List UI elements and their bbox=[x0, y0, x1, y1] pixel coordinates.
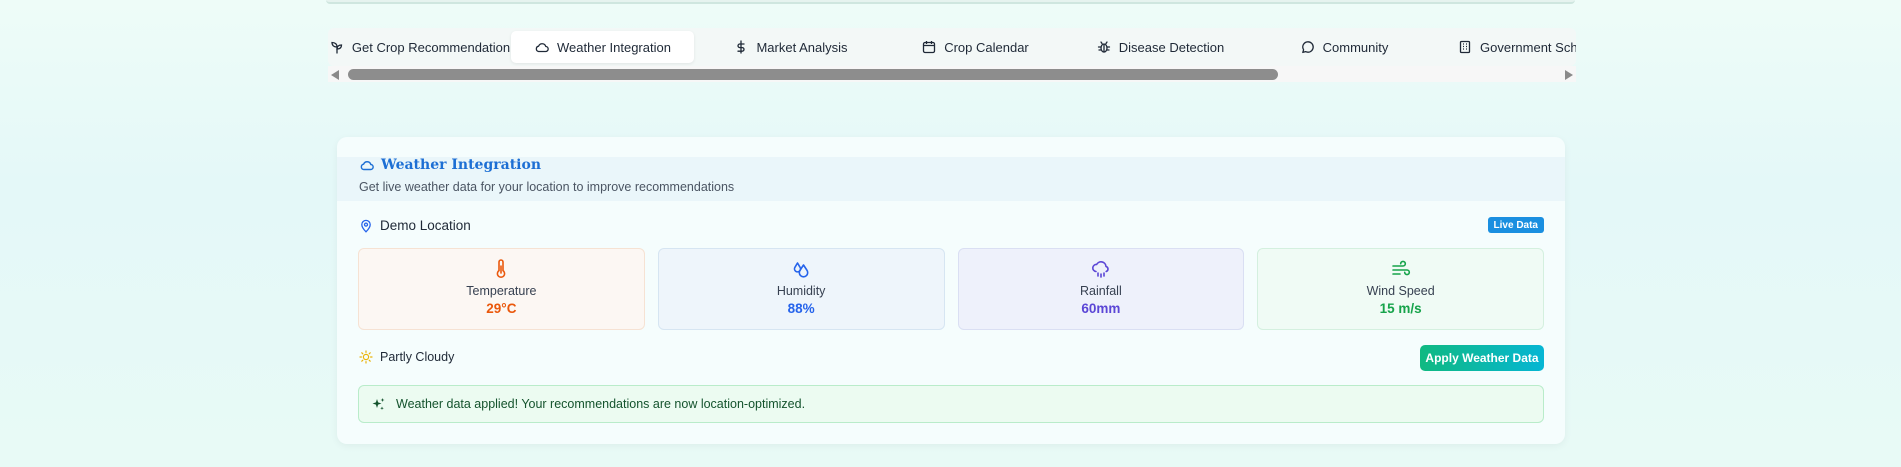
sprout-icon bbox=[329, 39, 345, 55]
tab-weather-integration[interactable]: Weather Integration bbox=[511, 31, 694, 63]
chat-bubble-icon bbox=[1300, 39, 1316, 55]
tab-label: Government Schem bbox=[1480, 39, 1576, 55]
cloud-icon bbox=[359, 157, 375, 173]
map-pin-icon bbox=[359, 219, 373, 233]
wind-icon bbox=[1390, 258, 1412, 280]
tab-disease-detection[interactable]: Disease Detection bbox=[1063, 31, 1257, 63]
weather-metrics: Temperature 29°C Humidity 88% Rainfall 6… bbox=[358, 248, 1544, 330]
tabs-scrollbar[interactable] bbox=[328, 66, 1576, 82]
thermometer-icon bbox=[490, 258, 512, 280]
cloud-icon bbox=[534, 39, 550, 55]
tab-community[interactable]: Community bbox=[1257, 31, 1431, 63]
bug-icon bbox=[1096, 39, 1112, 55]
tab-label: Community bbox=[1322, 39, 1389, 55]
cloud-rain-icon bbox=[1090, 258, 1112, 280]
live-data-badge: Live Data bbox=[1487, 217, 1544, 233]
card-title-text: Weather Integration bbox=[381, 157, 542, 173]
wind-speed-value: 15 m/s bbox=[1379, 301, 1422, 316]
wind-speed-label: Wind Speed bbox=[1366, 284, 1435, 298]
calendar-icon bbox=[921, 39, 937, 55]
rainfall-label: Rainfall bbox=[1080, 284, 1122, 298]
success-notice: Weather data applied! Your recommendatio… bbox=[358, 385, 1544, 423]
humidity-value: 88% bbox=[787, 301, 815, 316]
notice-text: Weather data applied! Your recommendatio… bbox=[396, 397, 806, 411]
temperature-value: 29°C bbox=[486, 301, 517, 316]
location-row: Demo Location bbox=[359, 218, 471, 233]
condition-text: Partly Cloudy bbox=[380, 350, 455, 364]
feature-tabs: Get Crop Recommendation Weather Integrat… bbox=[328, 28, 1576, 66]
apply-weather-data-button[interactable]: Apply Weather Data bbox=[1420, 345, 1544, 371]
weather-condition: Partly Cloudy bbox=[359, 350, 454, 364]
weather-card: Weather Integration Get live weather dat… bbox=[337, 137, 1565, 444]
tab-label: Market Analysis bbox=[756, 39, 848, 55]
scroll-right-arrow-icon[interactable] bbox=[1565, 70, 1573, 80]
top-panel-edge bbox=[326, 0, 1575, 4]
sun-icon bbox=[359, 350, 373, 364]
wind-speed-tile: Wind Speed 15 m/s bbox=[1257, 248, 1544, 330]
card-title: Weather Integration bbox=[359, 157, 541, 173]
tab-label: Get Crop Recommendation bbox=[351, 39, 511, 55]
tab-market-analysis[interactable]: Market Analysis bbox=[694, 31, 887, 63]
tab-get-crop-recommendation[interactable]: Get Crop Recommendation bbox=[328, 31, 511, 63]
tab-label: Crop Calendar bbox=[944, 39, 1029, 55]
scroll-left-arrow-icon[interactable] bbox=[331, 70, 339, 80]
humidity-label: Humidity bbox=[776, 284, 826, 298]
tab-label: Disease Detection bbox=[1118, 39, 1225, 55]
scrollbar-thumb[interactable] bbox=[348, 69, 1278, 80]
humidity-tile: Humidity 88% bbox=[657, 248, 945, 330]
dollar-icon bbox=[733, 39, 749, 55]
rainfall-tile: Rainfall 60mm bbox=[957, 248, 1245, 330]
temperature-tile: Temperature 29°C bbox=[358, 248, 645, 330]
rainfall-value: 60mm bbox=[1081, 301, 1121, 316]
location-name: Demo Location bbox=[380, 218, 471, 233]
sparkles-icon bbox=[371, 397, 386, 412]
building-icon bbox=[1457, 39, 1473, 55]
droplets-icon bbox=[790, 258, 812, 280]
card-subtitle: Get live weather data for your location … bbox=[359, 180, 735, 194]
temperature-label: Temperature bbox=[466, 284, 537, 298]
tab-government-schemes[interactable]: Government Schem bbox=[1431, 31, 1576, 63]
tab-crop-calendar[interactable]: Crop Calendar bbox=[887, 31, 1063, 63]
tab-label: Weather Integration bbox=[557, 39, 671, 55]
